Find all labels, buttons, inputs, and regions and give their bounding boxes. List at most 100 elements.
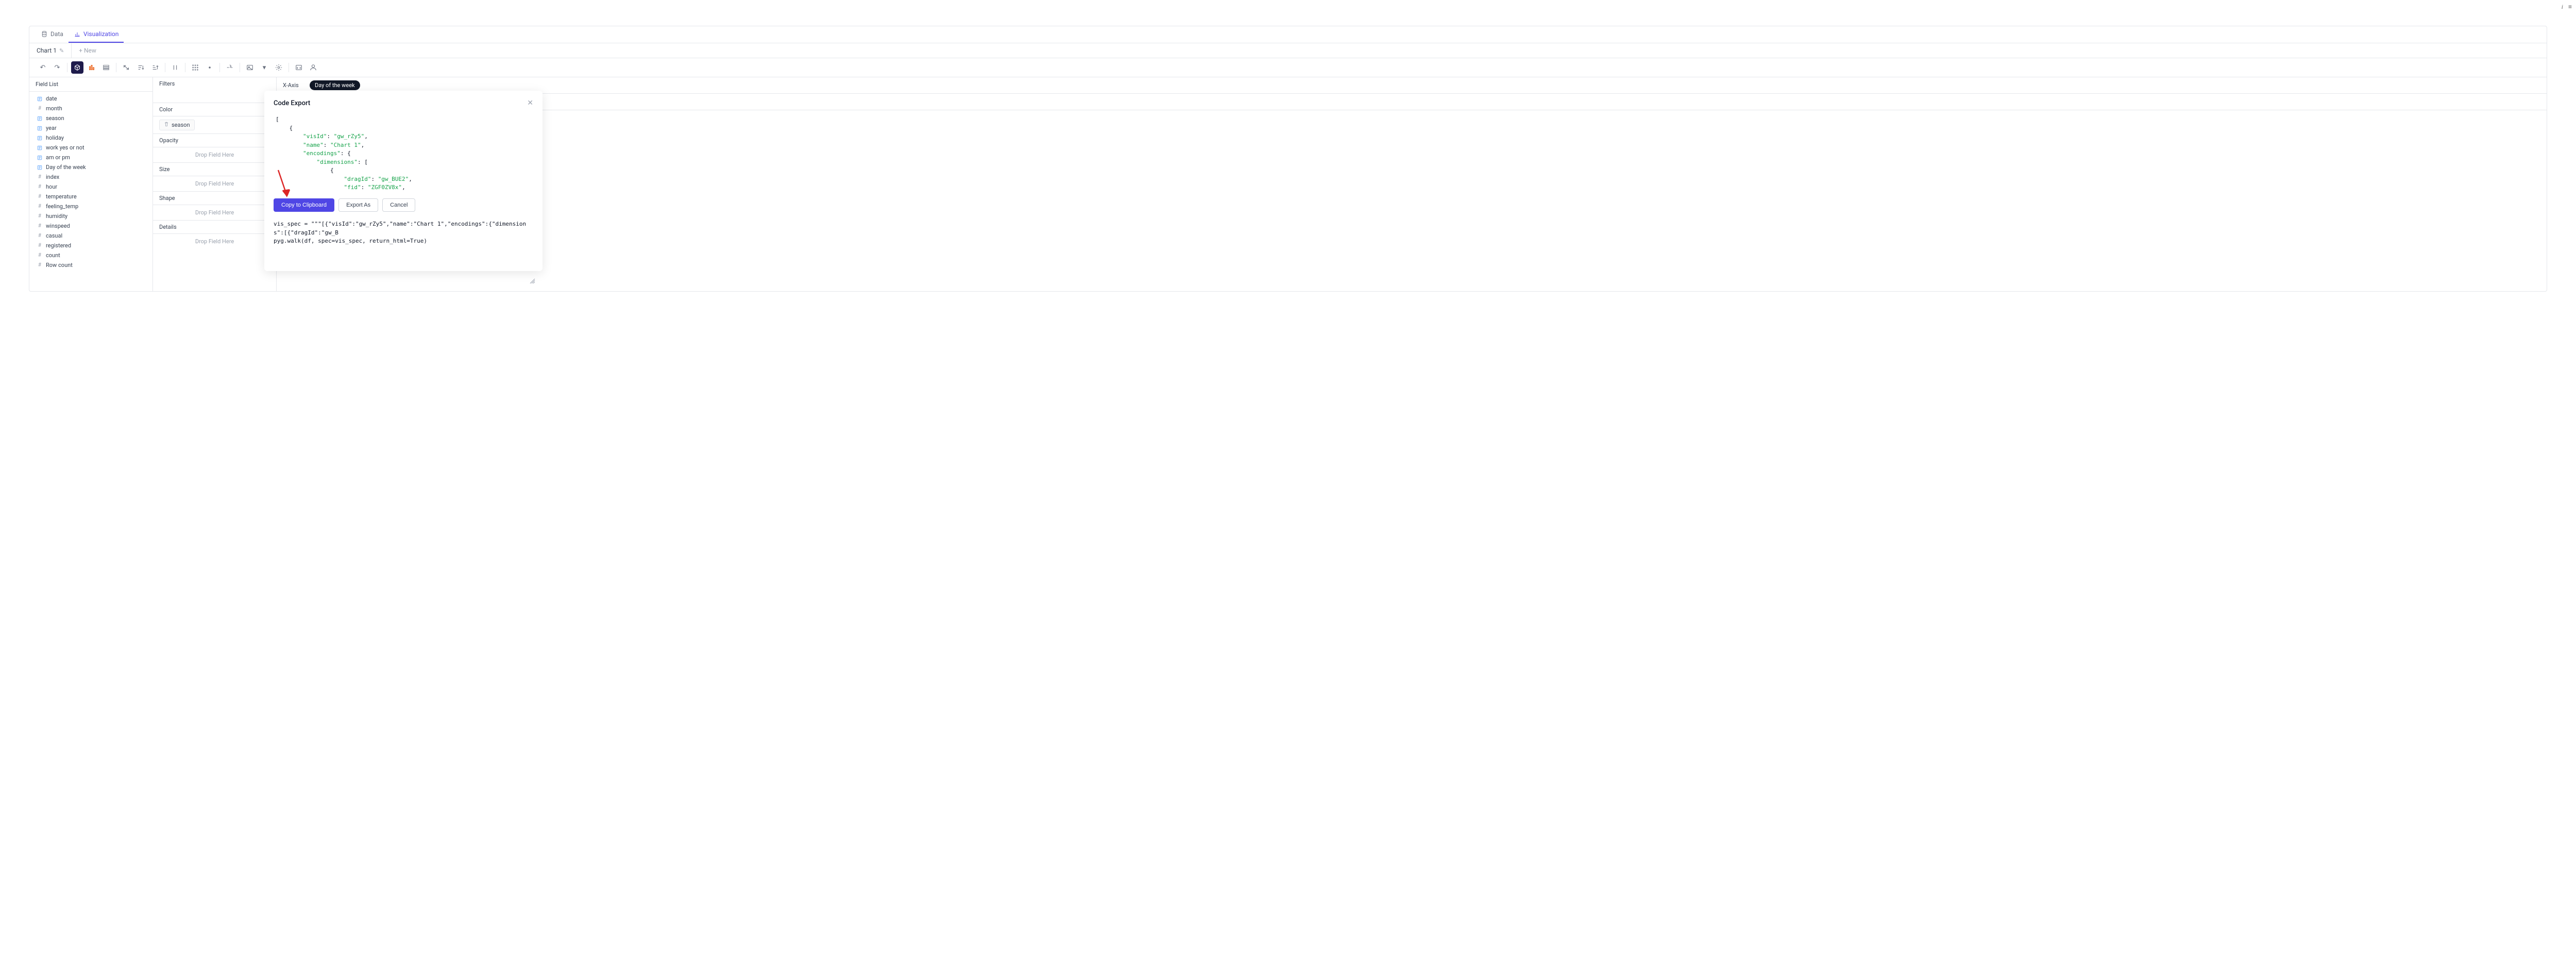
field-item[interactable]: #temperature (29, 192, 152, 201)
aggregation-button[interactable] (71, 61, 83, 74)
edit-icon[interactable]: ✎ (59, 47, 64, 54)
color-chip-season[interactable]: season (159, 120, 195, 130)
field-label: count (46, 252, 60, 259)
shelves-panel: Filters Color season Opacity Drop Field … (153, 77, 277, 291)
tab-data[interactable]: Data (36, 26, 69, 43)
close-icon[interactable]: ✕ (527, 99, 533, 107)
shelf-color[interactable]: Color season (153, 103, 276, 134)
chip-label: season (172, 122, 190, 128)
cancel-button[interactable]: Cancel (382, 198, 415, 212)
field-label: am or pm (46, 154, 70, 161)
field-label: year (46, 125, 57, 131)
code-preview[interactable]: [ { "visId": "gw_rZy5", "name": "Chart 1… (274, 112, 533, 192)
field-item[interactable]: #registered (29, 241, 152, 250)
resize-handle-icon[interactable] (529, 261, 535, 267)
export-as-button[interactable]: Export As (338, 198, 378, 212)
field-item[interactable]: #feeling_temp (29, 201, 152, 211)
number-icon: # (37, 184, 43, 190)
shelf-size[interactable]: Size Drop Field Here (153, 163, 276, 192)
shelf-details[interactable]: Details Drop Field Here (153, 221, 276, 249)
undo-button[interactable]: ↶ (37, 61, 49, 74)
field-item[interactable]: date (29, 94, 152, 104)
shelf-shape-label: Shape (153, 192, 276, 205)
number-icon: # (37, 223, 43, 229)
export-dropdown-button[interactable]: ▾ (258, 61, 270, 74)
tab-visualization[interactable]: Visualization (69, 26, 124, 43)
field-label: registered (46, 242, 71, 249)
format-button[interactable] (204, 61, 216, 74)
export-image-button[interactable] (244, 61, 256, 74)
field-item[interactable]: holiday (29, 133, 152, 143)
field-label: Day of the week (46, 164, 86, 171)
trash-icon[interactable] (164, 122, 169, 128)
field-item[interactable]: #count (29, 250, 152, 260)
y-axis-row[interactable]: Y registered sum ▾ (277, 94, 2547, 110)
shelf-opacity[interactable]: Opacity Drop Field Here (153, 134, 276, 163)
shelf-filters[interactable]: Filters (153, 77, 276, 103)
sort-asc-button[interactable] (134, 61, 147, 74)
shelf-shape[interactable]: Shape Drop Field Here (153, 192, 276, 221)
field-label: holiday (46, 134, 64, 141)
field-item[interactable]: #hour (29, 182, 152, 192)
chart-icon (74, 30, 81, 38)
field-label: temperature (46, 193, 77, 200)
field-item[interactable]: #month (29, 104, 152, 113)
field-label: work yes or not (46, 144, 84, 151)
number-icon: # (37, 204, 43, 210)
field-item[interactable]: season (29, 113, 152, 123)
profile-button[interactable] (307, 61, 319, 74)
field-item[interactable]: #index (29, 172, 152, 182)
number-icon: # (37, 253, 43, 259)
field-item[interactable]: #winspeed (29, 221, 152, 231)
tab-visualization-label: Visualization (83, 30, 119, 38)
shelf-filters-label: Filters (153, 77, 276, 103)
number-icon: # (37, 243, 43, 249)
shelf-details-label: Details (153, 221, 276, 234)
field-item[interactable]: am or pm (29, 153, 152, 162)
number-icon: # (37, 194, 43, 200)
number-icon: # (37, 174, 43, 180)
x-axis-pill[interactable]: Day of the week (310, 80, 360, 90)
field-item[interactable]: #humidity (29, 211, 152, 221)
stack-button[interactable] (100, 61, 112, 74)
chart-tabs: Chart 1 ✎ + New (29, 43, 2547, 58)
shelf-color-label: Color (153, 103, 276, 116)
sort-desc-button[interactable] (149, 61, 161, 74)
chart-tab-1[interactable]: Chart 1 ✎ (29, 43, 72, 58)
nominal-icon (37, 125, 43, 131)
transpose-button[interactable] (120, 61, 132, 74)
menu-icon[interactable]: ≡ (2568, 3, 2572, 11)
mark-type-button[interactable] (86, 61, 98, 74)
field-label: index (46, 174, 59, 180)
toolbar: ↶ ↷ (29, 58, 2547, 77)
field-item[interactable]: year (29, 123, 152, 133)
field-item[interactable]: work yes or not (29, 143, 152, 153)
new-chart-button[interactable]: + New (72, 43, 104, 58)
copy-to-clipboard-button[interactable]: Copy to Clipboard (274, 198, 334, 212)
redo-button[interactable]: ↷ (51, 61, 63, 74)
code-export-button[interactable] (293, 61, 305, 74)
nominal-icon (37, 155, 43, 161)
tab-data-label: Data (50, 30, 63, 38)
top-tabs: Data Visualization (29, 26, 2547, 43)
layout-button[interactable] (189, 61, 201, 74)
x-axis-row[interactable]: X-Axis Day of the week (277, 77, 2547, 94)
info-icon[interactable]: i (2562, 3, 2563, 11)
nominal-icon (37, 115, 43, 122)
coordinate-button[interactable] (224, 61, 236, 74)
field-item[interactable]: #casual (29, 231, 152, 241)
nominal-icon (37, 135, 43, 141)
axes-panel: X-Axis Day of the week Y registered sum … (277, 77, 2547, 291)
chart-tab-label: Chart 1 (37, 47, 57, 54)
number-icon: # (37, 106, 43, 112)
shelf-size-label: Size (153, 163, 276, 176)
drop-placeholder: Drop Field Here (159, 179, 270, 188)
config-button[interactable] (273, 61, 285, 74)
field-item[interactable]: Day of the week (29, 162, 152, 172)
field-item[interactable]: #Row count (29, 260, 152, 270)
field-list-panel: Field List date#month season year holiday wo… (29, 77, 153, 291)
field-list-header: Field List (29, 77, 152, 92)
code-output[interactable]: vis_spec = """[{"visId":"gw_rZy5","name"… (274, 220, 533, 263)
axes-resize-button[interactable] (169, 61, 181, 74)
field-label: season (46, 115, 64, 122)
